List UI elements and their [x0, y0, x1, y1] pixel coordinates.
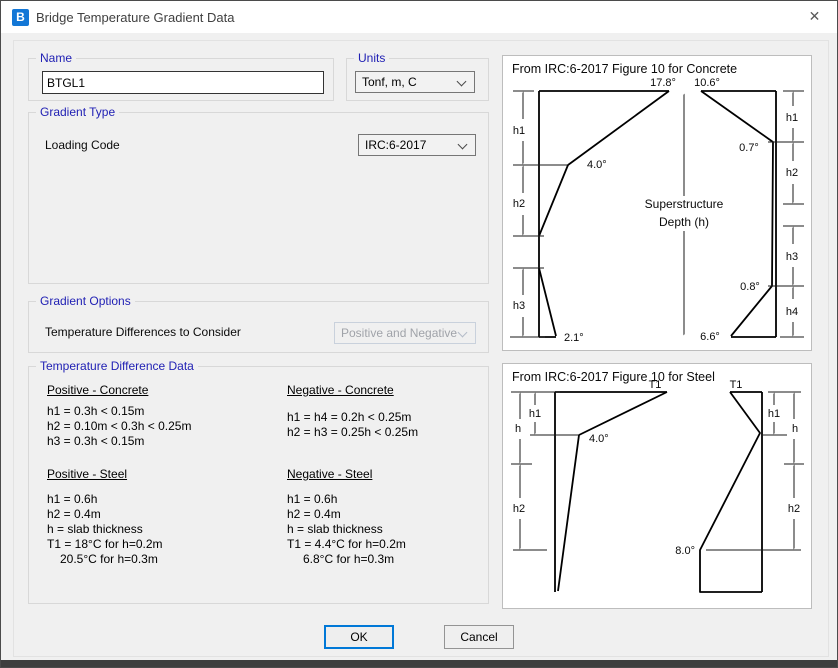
steel-temp-4-0: 4.0°	[589, 433, 609, 445]
gradient-options-group: Gradient Options Temperature Differences…	[28, 301, 489, 353]
ok-button[interactable]: OK	[324, 625, 394, 649]
temp-2-1: 2.1°	[564, 332, 584, 344]
gradient-type-group: Gradient Type Loading Code IRC:6-2017	[28, 112, 489, 284]
temp-17-8: 17.8°	[650, 77, 676, 89]
negative-concrete-heading: Negative - Concrete	[287, 383, 394, 397]
units-select[interactable]: Tonf, m, C	[355, 71, 475, 93]
steel-dim-left-h: h	[515, 423, 521, 435]
concrete-dim-left-h3: h3	[513, 300, 525, 312]
name-group: Name	[28, 58, 334, 101]
concrete-diagram-title: From IRC:6-2017 Figure 10 for Concrete	[512, 62, 737, 76]
concrete-dim-left-h1: h1	[513, 125, 525, 137]
positive-concrete-line: h1 = 0.3h < 0.15m	[47, 404, 144, 418]
positive-steel-line: h = slab thickness	[47, 522, 143, 536]
negative-steel-line: 6.8°C for h=0.3m	[303, 552, 394, 566]
name-group-label: Name	[36, 51, 76, 65]
steel-dim-right-h: h	[792, 423, 798, 435]
concrete-right-ticks	[768, 91, 804, 337]
superstructure-label: Superstructure	[645, 197, 724, 211]
positive-concrete-line: h3 = 0.3h < 0.15m	[47, 434, 144, 448]
loading-code-select[interactable]: IRC:6-2017	[358, 134, 476, 156]
gradient-options-group-label: Gradient Options	[36, 294, 135, 308]
concrete-positive-bottom-leg	[539, 268, 556, 336]
temp-0-8: 0.8°	[740, 281, 760, 293]
steel-t1-left: T1	[649, 379, 662, 391]
positive-steel-line: T1 = 18°C for h=0.2m	[47, 537, 163, 551]
loading-code-label: Loading Code	[45, 138, 120, 152]
window-bottom-edge	[1, 660, 837, 667]
steel-dim-left-h2: h2	[513, 503, 525, 515]
negative-steel-line: h1 = 0.6h	[287, 492, 337, 506]
concrete-dim-left-h2: h2	[513, 198, 525, 210]
close-icon[interactable]: ✕	[792, 1, 837, 32]
steel-negative-gradient-line	[700, 392, 762, 592]
steel-dim-right-h1: h1	[768, 408, 780, 420]
concrete-dim-right-h4: h4	[786, 306, 798, 318]
temp-10-6: 10.6°	[694, 77, 720, 89]
concrete-dim-right-h3: h3	[786, 251, 798, 263]
steel-temp-8-0: 8.0°	[675, 545, 695, 557]
chevron-down-icon	[458, 140, 468, 150]
temperature-differences-select[interactable]: Positive and Negative	[334, 322, 476, 344]
units-group: Units Tonf, m, C	[346, 58, 489, 101]
temp-4-0: 4.0°	[587, 159, 607, 171]
positive-steel-line: h2 = 0.4m	[47, 507, 101, 521]
chevron-down-icon	[457, 77, 467, 87]
negative-concrete-line: h2 = h3 = 0.25h < 0.25m	[287, 425, 418, 439]
units-selected-value: Tonf, m, C	[362, 75, 417, 89]
temperature-differences-selected-value: Positive and Negative	[341, 326, 457, 340]
steel-diagram-title: From IRC:6-2017 Figure 10 for Steel	[512, 370, 715, 384]
temperature-difference-data-label: Temperature Difference Data	[36, 359, 198, 373]
steel-positive-gradient-line	[558, 392, 667, 591]
cancel-button[interactable]: Cancel	[444, 625, 514, 649]
negative-steel-line: h2 = 0.4m	[287, 507, 341, 521]
positive-steel-heading: Positive - Steel	[47, 467, 127, 481]
steel-right-ticks	[706, 392, 804, 550]
dialog-bridge-temperature-gradient: B Bridge Temperature Gradient Data ✕ Nam…	[0, 0, 838, 668]
negative-steel-line: T1 = 4.4°C for h=0.2m	[287, 537, 406, 551]
negative-steel-line: h = slab thickness	[287, 522, 383, 536]
loading-code-selected-value: IRC:6-2017	[365, 138, 426, 152]
depth-label: Depth (h)	[659, 215, 709, 229]
negative-steel-heading: Negative - Steel	[287, 467, 372, 481]
positive-concrete-line: h2 = 0.10m < 0.3h < 0.25m	[47, 419, 191, 433]
steel-t1-right: T1	[730, 379, 743, 391]
negative-concrete-line: h1 = h4 = 0.2h < 0.25m	[287, 410, 411, 424]
chevron-down-icon	[458, 328, 468, 338]
steel-diagram-panel: From IRC:6-2017 Figure 10 for Steel h1 h…	[502, 363, 812, 609]
dialog-title: Bridge Temperature Gradient Data	[36, 10, 234, 25]
steel-left-ticks	[511, 392, 578, 550]
name-input[interactable]	[42, 71, 324, 94]
steel-dim-right-h2: h2	[788, 503, 800, 515]
temp-0-7: 0.7°	[739, 142, 759, 154]
steel-dim-left-h1: h1	[529, 408, 541, 420]
temp-6-6: 6.6°	[700, 331, 720, 343]
temperature-differences-label: Temperature Differences to Consider	[45, 325, 241, 339]
gradient-type-group-label: Gradient Type	[36, 105, 119, 119]
concrete-diagram: From IRC:6-2017 Figure 10 for Concrete h…	[503, 56, 811, 350]
temperature-difference-data-group: Temperature Difference Data Positive - C…	[28, 366, 489, 604]
concrete-negative-gradient-line	[701, 91, 773, 336]
concrete-dim-right-h2: h2	[786, 167, 798, 179]
app-icon: B	[12, 9, 29, 26]
title-bar: B Bridge Temperature Gradient Data ✕	[1, 1, 837, 33]
concrete-diagram-panel: From IRC:6-2017 Figure 10 for Concrete h…	[502, 55, 812, 351]
positive-steel-line: 20.5°C for h=0.3m	[60, 552, 158, 566]
concrete-dim-right-h1: h1	[786, 112, 798, 124]
steel-diagram: From IRC:6-2017 Figure 10 for Steel h1 h…	[503, 364, 811, 608]
positive-steel-line: h1 = 0.6h	[47, 492, 97, 506]
units-group-label: Units	[354, 51, 389, 65]
positive-concrete-heading: Positive - Concrete	[47, 383, 148, 397]
